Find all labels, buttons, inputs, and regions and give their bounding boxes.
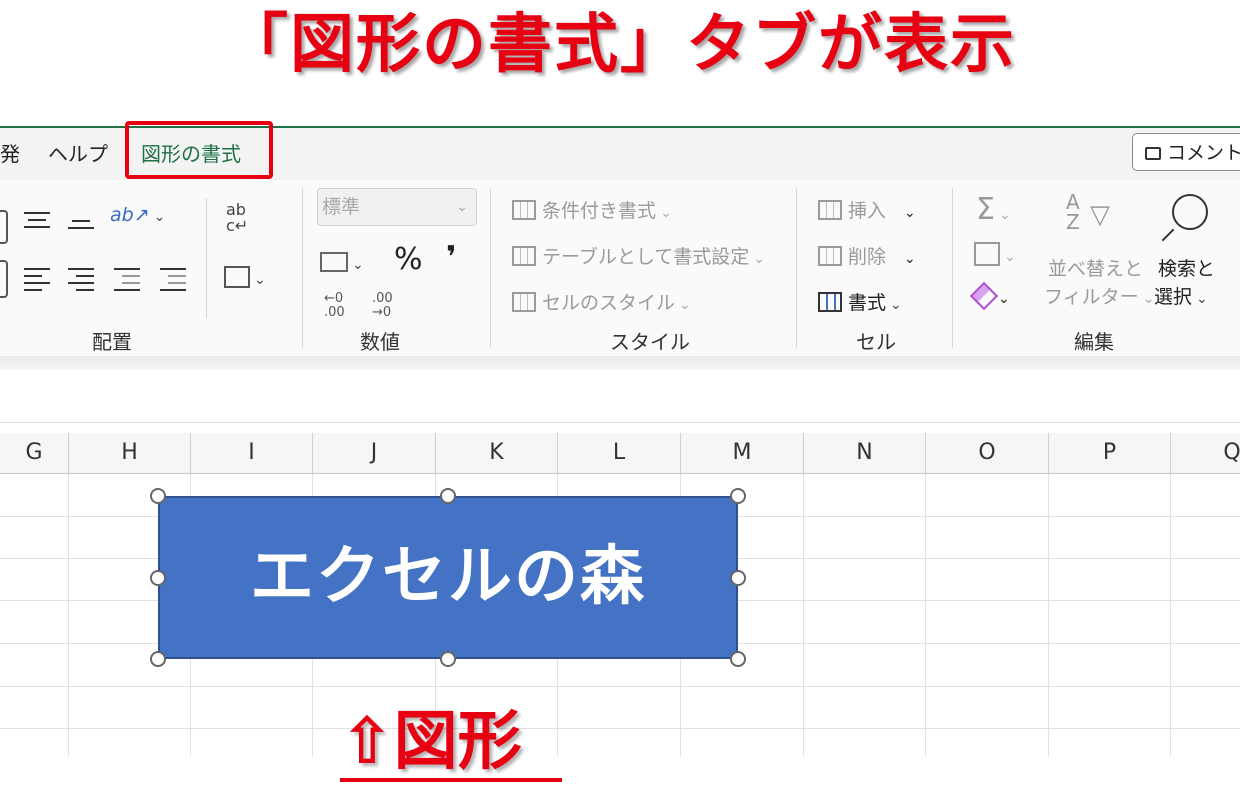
resize-handle-top-left[interactable]: [150, 488, 166, 504]
tab-highlight-box: [125, 121, 273, 179]
align-center-text-icon[interactable]: [68, 268, 94, 296]
format-cells-icon: [818, 292, 842, 312]
align-middle-icon[interactable]: [24, 212, 50, 233]
column-header-l[interactable]: L: [558, 433, 681, 473]
conditional-formatting-button[interactable]: 条件付き書式 ⌄: [512, 196, 672, 223]
callout-underline: [340, 778, 562, 782]
delete-cells-icon: [818, 246, 842, 266]
comma-style-button[interactable]: ❜: [446, 240, 456, 275]
column-header-i[interactable]: I: [191, 433, 313, 473]
increase-indent-icon[interactable]: [160, 268, 186, 296]
resize-handle-bottom[interactable]: [440, 651, 456, 667]
column-header-h[interactable]: H: [69, 433, 191, 473]
clear-button[interactable]: ⌄: [969, 281, 1010, 311]
delete-cells-button[interactable]: 削除 ⌄: [818, 242, 916, 269]
column-header-n[interactable]: N: [804, 433, 926, 473]
column-header-m[interactable]: M: [681, 433, 804, 473]
group-label-alignment: 配置: [92, 330, 132, 354]
grid-row-line: [0, 728, 1240, 729]
cell-styles-icon: [512, 292, 536, 312]
merge-cells-button[interactable]: ⌄: [224, 266, 266, 289]
find-select-button[interactable]: 選択 ⌄: [1154, 282, 1208, 309]
column-header-row: G H I J K L M N O P Q: [0, 433, 1240, 474]
grid-col-line: [1048, 474, 1049, 756]
comment-icon: [1145, 147, 1161, 160]
comment-button-label: コメント: [1167, 142, 1240, 164]
format-as-table-button[interactable]: テーブルとして書式設定 ⌄: [512, 242, 765, 269]
align-top-button[interactable]: [0, 210, 8, 244]
column-header-o[interactable]: O: [926, 433, 1049, 473]
grid-col-line: [68, 474, 69, 756]
format-cells-button[interactable]: 書式 ⌄: [818, 288, 902, 315]
shape-text[interactable]: エクセルの森: [158, 496, 738, 659]
sort-filter-icon[interactable]: AZ: [1066, 192, 1080, 232]
column-header-k[interactable]: K: [436, 433, 558, 473]
orientation-button[interactable]: ab↗ ⌄: [110, 204, 165, 226]
grid-row-line: [0, 686, 1240, 687]
resize-handle-right[interactable]: [730, 570, 746, 586]
grid-col-line: [803, 474, 804, 756]
sort-filter-button[interactable]: フィルター ⌄: [1044, 282, 1154, 309]
eraser-icon: [969, 281, 999, 311]
comment-button[interactable]: コメント: [1132, 133, 1240, 171]
align-left-text-icon[interactable]: [24, 268, 50, 296]
shape-callout: ⇧図形: [340, 705, 522, 779]
group-label-editing: 編集: [1074, 330, 1114, 354]
search-icon-handle: [1161, 228, 1175, 242]
insert-cells-icon: [818, 200, 842, 220]
resize-handle-top[interactable]: [440, 488, 456, 504]
resize-handle-bottom-left[interactable]: [150, 651, 166, 667]
format-as-table-icon: [512, 246, 536, 266]
filter-funnel-icon: ▽: [1090, 200, 1110, 230]
group-label-number: 数値: [360, 330, 400, 354]
autosum-button[interactable]: Σ ⌄: [976, 192, 1011, 227]
fill-button[interactable]: ⌄: [974, 242, 1016, 266]
grid-col-line: [1170, 474, 1171, 756]
resize-handle-top-right[interactable]: [730, 488, 746, 504]
align-bottom-icon[interactable]: [68, 220, 94, 234]
number-format-select[interactable]: 標準 ⌄: [317, 188, 477, 226]
decrease-indent-icon[interactable]: [114, 268, 140, 296]
increase-decimal-icon[interactable]: ←0.00: [324, 292, 345, 320]
cell-styles-button[interactable]: セルのスタイル ⌄: [512, 288, 691, 315]
formula-bar-border: [0, 422, 1240, 423]
find-select-label-1[interactable]: 検索と: [1158, 254, 1215, 281]
align-left-button[interactable]: [0, 260, 8, 298]
headline: 「図形の書式」タブが表示: [224, 8, 1016, 82]
decrease-decimal-icon[interactable]: .00 →0: [372, 292, 393, 320]
wrap-text-icon[interactable]: ab c↵: [226, 202, 248, 234]
conditional-formatting-icon: [512, 200, 536, 220]
sort-filter-label-1[interactable]: 並べ替えと: [1048, 254, 1143, 281]
column-header-j[interactable]: J: [313, 433, 436, 473]
column-header-q[interactable]: Q: [1171, 433, 1240, 473]
group-label-style: スタイル: [610, 330, 690, 354]
column-header-p[interactable]: P: [1049, 433, 1171, 473]
grid-col-line: [925, 474, 926, 756]
ribbon-bottom-shadow: [0, 356, 1240, 370]
group-label-cells: セル: [856, 330, 896, 354]
insert-cells-button[interactable]: 挿入 ⌄: [818, 196, 916, 223]
currency-format-button[interactable]: ⌄: [320, 252, 364, 274]
column-header-g[interactable]: G: [0, 433, 69, 473]
search-icon[interactable]: [1172, 194, 1208, 230]
resize-handle-left[interactable]: [150, 570, 166, 586]
resize-handle-bottom-right[interactable]: [730, 651, 746, 667]
percent-button[interactable]: %: [394, 242, 423, 277]
tab-help[interactable]: ヘルプ: [48, 128, 108, 180]
tab-developer[interactable]: 発: [0, 128, 20, 180]
